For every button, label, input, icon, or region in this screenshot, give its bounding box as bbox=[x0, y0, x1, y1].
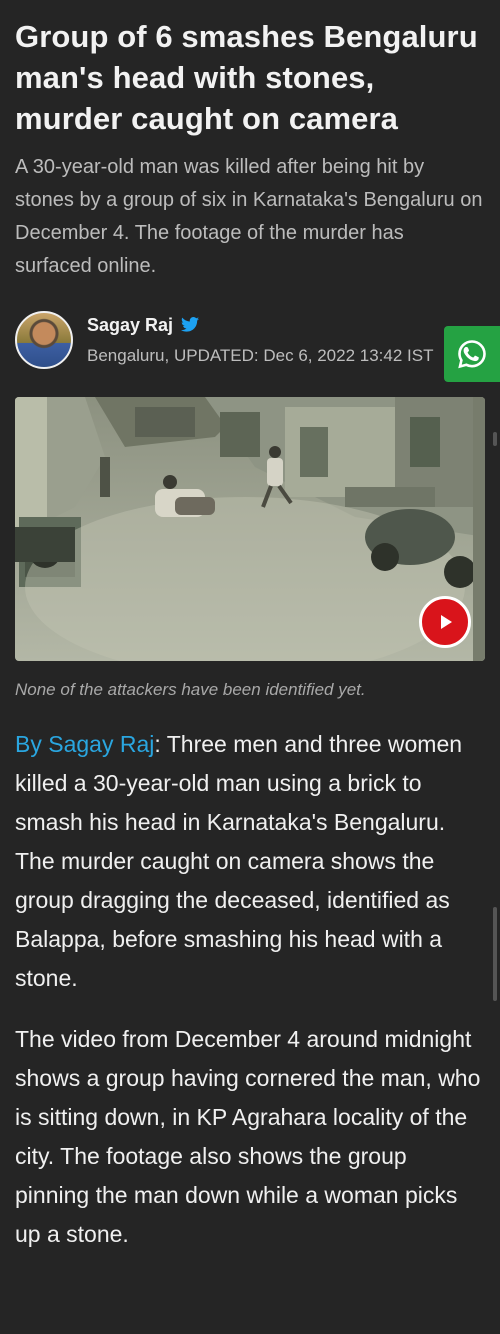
article-body: By Sagay Raj: Three men and three women … bbox=[15, 725, 485, 1254]
article-summary: A 30-year-old man was killed after being… bbox=[15, 156, 483, 277]
author-meta: Sagay Raj Bengaluru, UPDATED: Dec 6, 202… bbox=[87, 315, 433, 366]
author-name[interactable]: Sagay Raj bbox=[87, 315, 173, 336]
whatsapp-share-button[interactable] bbox=[444, 326, 500, 382]
twitter-icon[interactable] bbox=[181, 317, 200, 333]
article-paragraph: By Sagay Raj: Three men and three women … bbox=[15, 725, 485, 998]
author-name-line: Sagay Raj bbox=[87, 315, 433, 336]
author-avatar[interactable] bbox=[15, 311, 73, 369]
video-caption: None of the attackers have been identifi… bbox=[15, 680, 366, 699]
article-paragraph: The video from December 4 around midnigh… bbox=[15, 1026, 481, 1247]
play-icon bbox=[441, 615, 452, 629]
article: Group of 6 smashes Bengaluru man's head … bbox=[0, 0, 500, 1254]
play-button[interactable] bbox=[419, 596, 471, 648]
paragraph-text: : Three men and three women killed a 30-… bbox=[15, 731, 463, 991]
video-thumbnail bbox=[15, 397, 485, 661]
article-headline: Group of 6 smashes Bengaluru man's head … bbox=[15, 19, 478, 136]
author-info: Sagay Raj Bengaluru, UPDATED: Dec 6, 202… bbox=[15, 305, 485, 375]
video-player[interactable] bbox=[15, 397, 485, 661]
byline-link[interactable]: By Sagay Raj bbox=[15, 731, 154, 757]
whatsapp-icon bbox=[458, 340, 486, 369]
scrollbar-top[interactable] bbox=[493, 432, 497, 446]
article-dateline: Bengaluru, UPDATED: Dec 6, 2022 13:42 IS… bbox=[87, 345, 434, 365]
scrollbar-thumb[interactable] bbox=[493, 907, 497, 1001]
